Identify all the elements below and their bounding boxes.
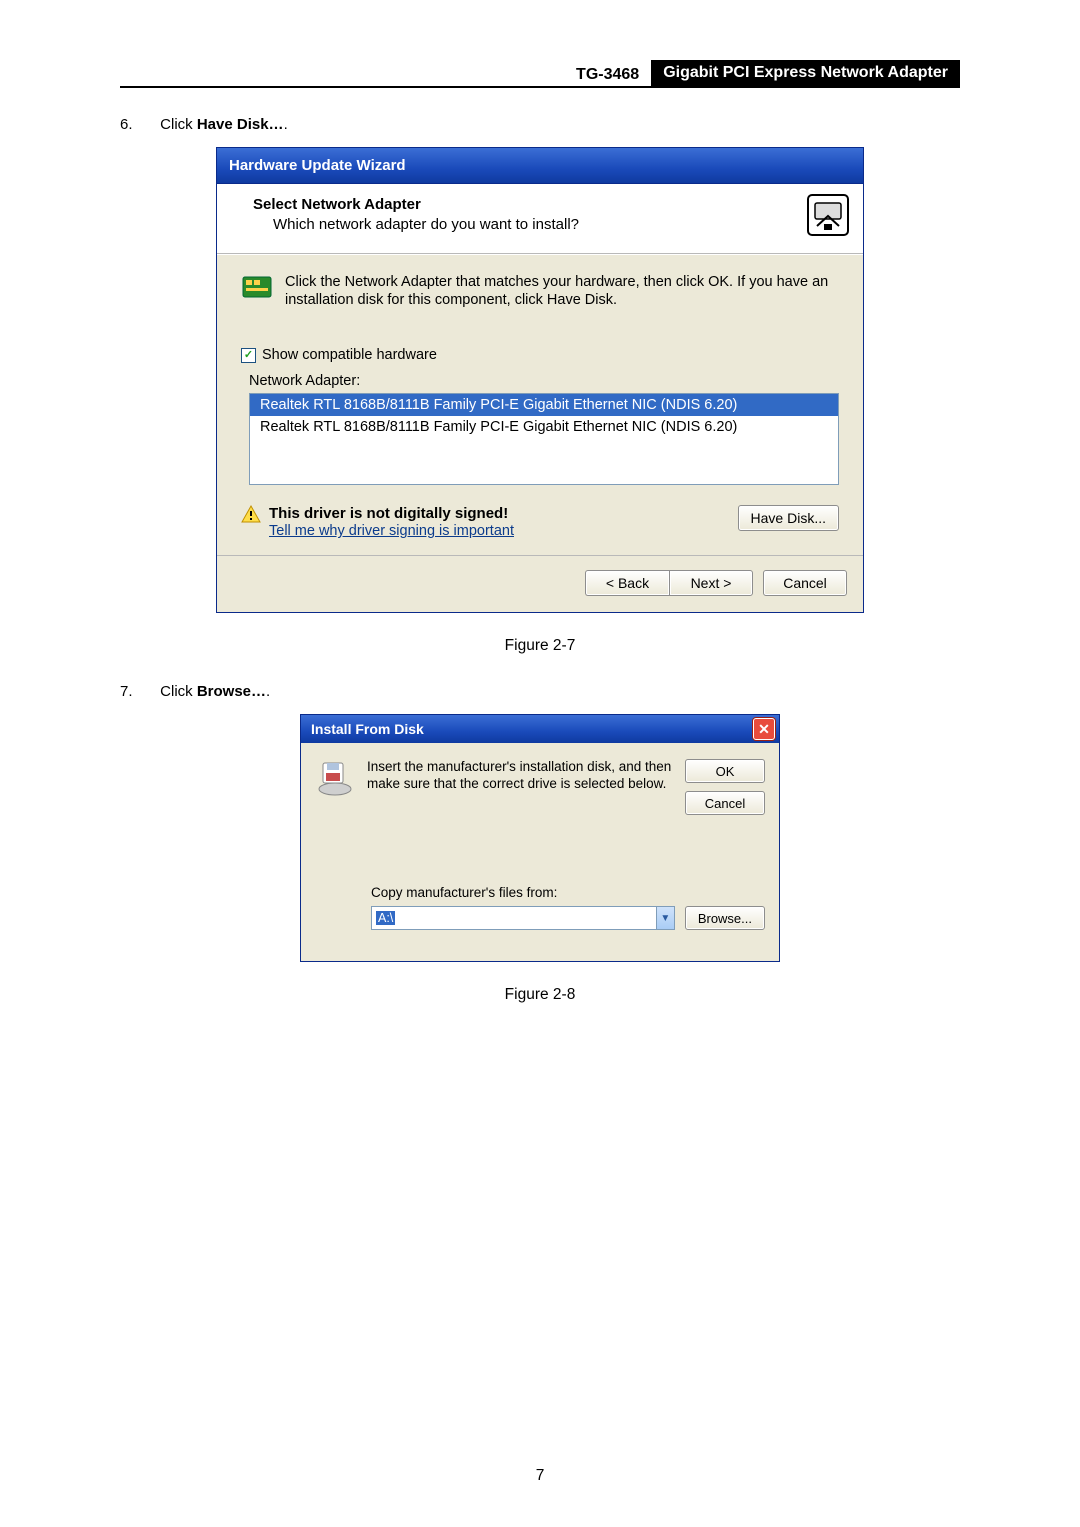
doc-header: TG-3468 Gigabit PCI Express Network Adap… [120, 60, 960, 88]
ok-button[interactable]: OK [685, 759, 765, 783]
floppy-disk-icon [315, 759, 355, 799]
step7-suffix: . [266, 683, 270, 700]
step6-prefix: Click [160, 116, 197, 133]
drive-combobox[interactable]: A:\ ▼ [371, 906, 675, 930]
next-button[interactable]: Next > [669, 570, 753, 596]
driver-signing-link[interactable]: Tell me why driver signing is important [269, 523, 514, 539]
wizard-header-subtitle: Which network adapter do you want to ins… [273, 216, 849, 233]
network-adapter-list-label: Network Adapter: [249, 373, 845, 389]
list-item[interactable]: Realtek RTL 8168B/8111B Family PCI-E Gig… [250, 416, 838, 438]
step7-prefix: Click [160, 683, 197, 700]
step6-bold: Have Disk… [197, 116, 284, 133]
browse-button[interactable]: Browse... [685, 906, 765, 930]
cancel-button[interactable]: Cancel [763, 570, 847, 596]
network-card-icon [241, 273, 275, 303]
warning-icon [241, 505, 261, 523]
network-adapter-listbox[interactable]: Realtek RTL 8168B/8111B Family PCI-E Gig… [249, 393, 839, 485]
wizard-footer: < Back Next > Cancel [217, 555, 863, 612]
dialog-body-text: Insert the manufacturer's installation d… [367, 759, 673, 793]
hardware-update-wizard-window: Hardware Update Wizard Select Network Ad… [216, 147, 864, 613]
header-model: TG-3468 [564, 60, 651, 86]
wizard-header-title: Select Network Adapter [253, 196, 849, 213]
figure-2-8-caption: Figure 2-8 [120, 986, 960, 1004]
network-adapter-icon [807, 194, 849, 236]
cancel-button[interactable]: Cancel [685, 791, 765, 815]
wizard-body: Click the Network Adapter that matches y… [217, 254, 863, 555]
have-disk-button[interactable]: Have Disk... [738, 505, 839, 531]
step6-suffix: . [284, 116, 288, 133]
copy-from-label: Copy manufacturer's files from: [371, 885, 765, 900]
step7-num: 7. [120, 683, 156, 700]
drive-combobox-value: A:\ [376, 911, 395, 925]
dialog-titlebar[interactable]: Install From Disk ✕ [301, 715, 779, 743]
step6-num: 6. [120, 116, 156, 133]
install-from-disk-dialog: Install From Disk ✕ Insert the manufactu… [300, 714, 780, 962]
wizard-body-text: Click the Network Adapter that matches y… [285, 273, 845, 309]
show-compatible-checkbox-row[interactable]: ✓ Show compatible hardware [241, 347, 845, 363]
header-spacer [120, 60, 564, 86]
back-button[interactable]: < Back [585, 570, 669, 596]
close-icon[interactable]: ✕ [753, 718, 775, 740]
checkbox-checked-icon[interactable]: ✓ [241, 348, 256, 363]
header-title: Gigabit PCI Express Network Adapter [651, 60, 960, 86]
step7-instruction: 7. Click Browse…. [120, 683, 960, 700]
wizard-titlebar[interactable]: Hardware Update Wizard [217, 148, 863, 184]
dialog-body: Insert the manufacturer's installation d… [301, 743, 779, 961]
chevron-down-icon[interactable]: ▼ [656, 907, 674, 929]
list-item[interactable]: Realtek RTL 8168B/8111B Family PCI-E Gig… [250, 394, 838, 416]
driver-not-signed-warning: This driver is not digitally signed! [269, 505, 738, 522]
step7-bold: Browse… [197, 683, 266, 700]
wizard-header: Select Network Adapter Which network ada… [217, 184, 863, 254]
dialog-title: Install From Disk [311, 721, 424, 737]
step6-instruction: 6. Click Have Disk…. [120, 116, 960, 133]
figure-2-7-caption: Figure 2-7 [120, 637, 960, 655]
show-compatible-label: Show compatible hardware [262, 347, 437, 363]
page-number: 7 [0, 1467, 1080, 1485]
